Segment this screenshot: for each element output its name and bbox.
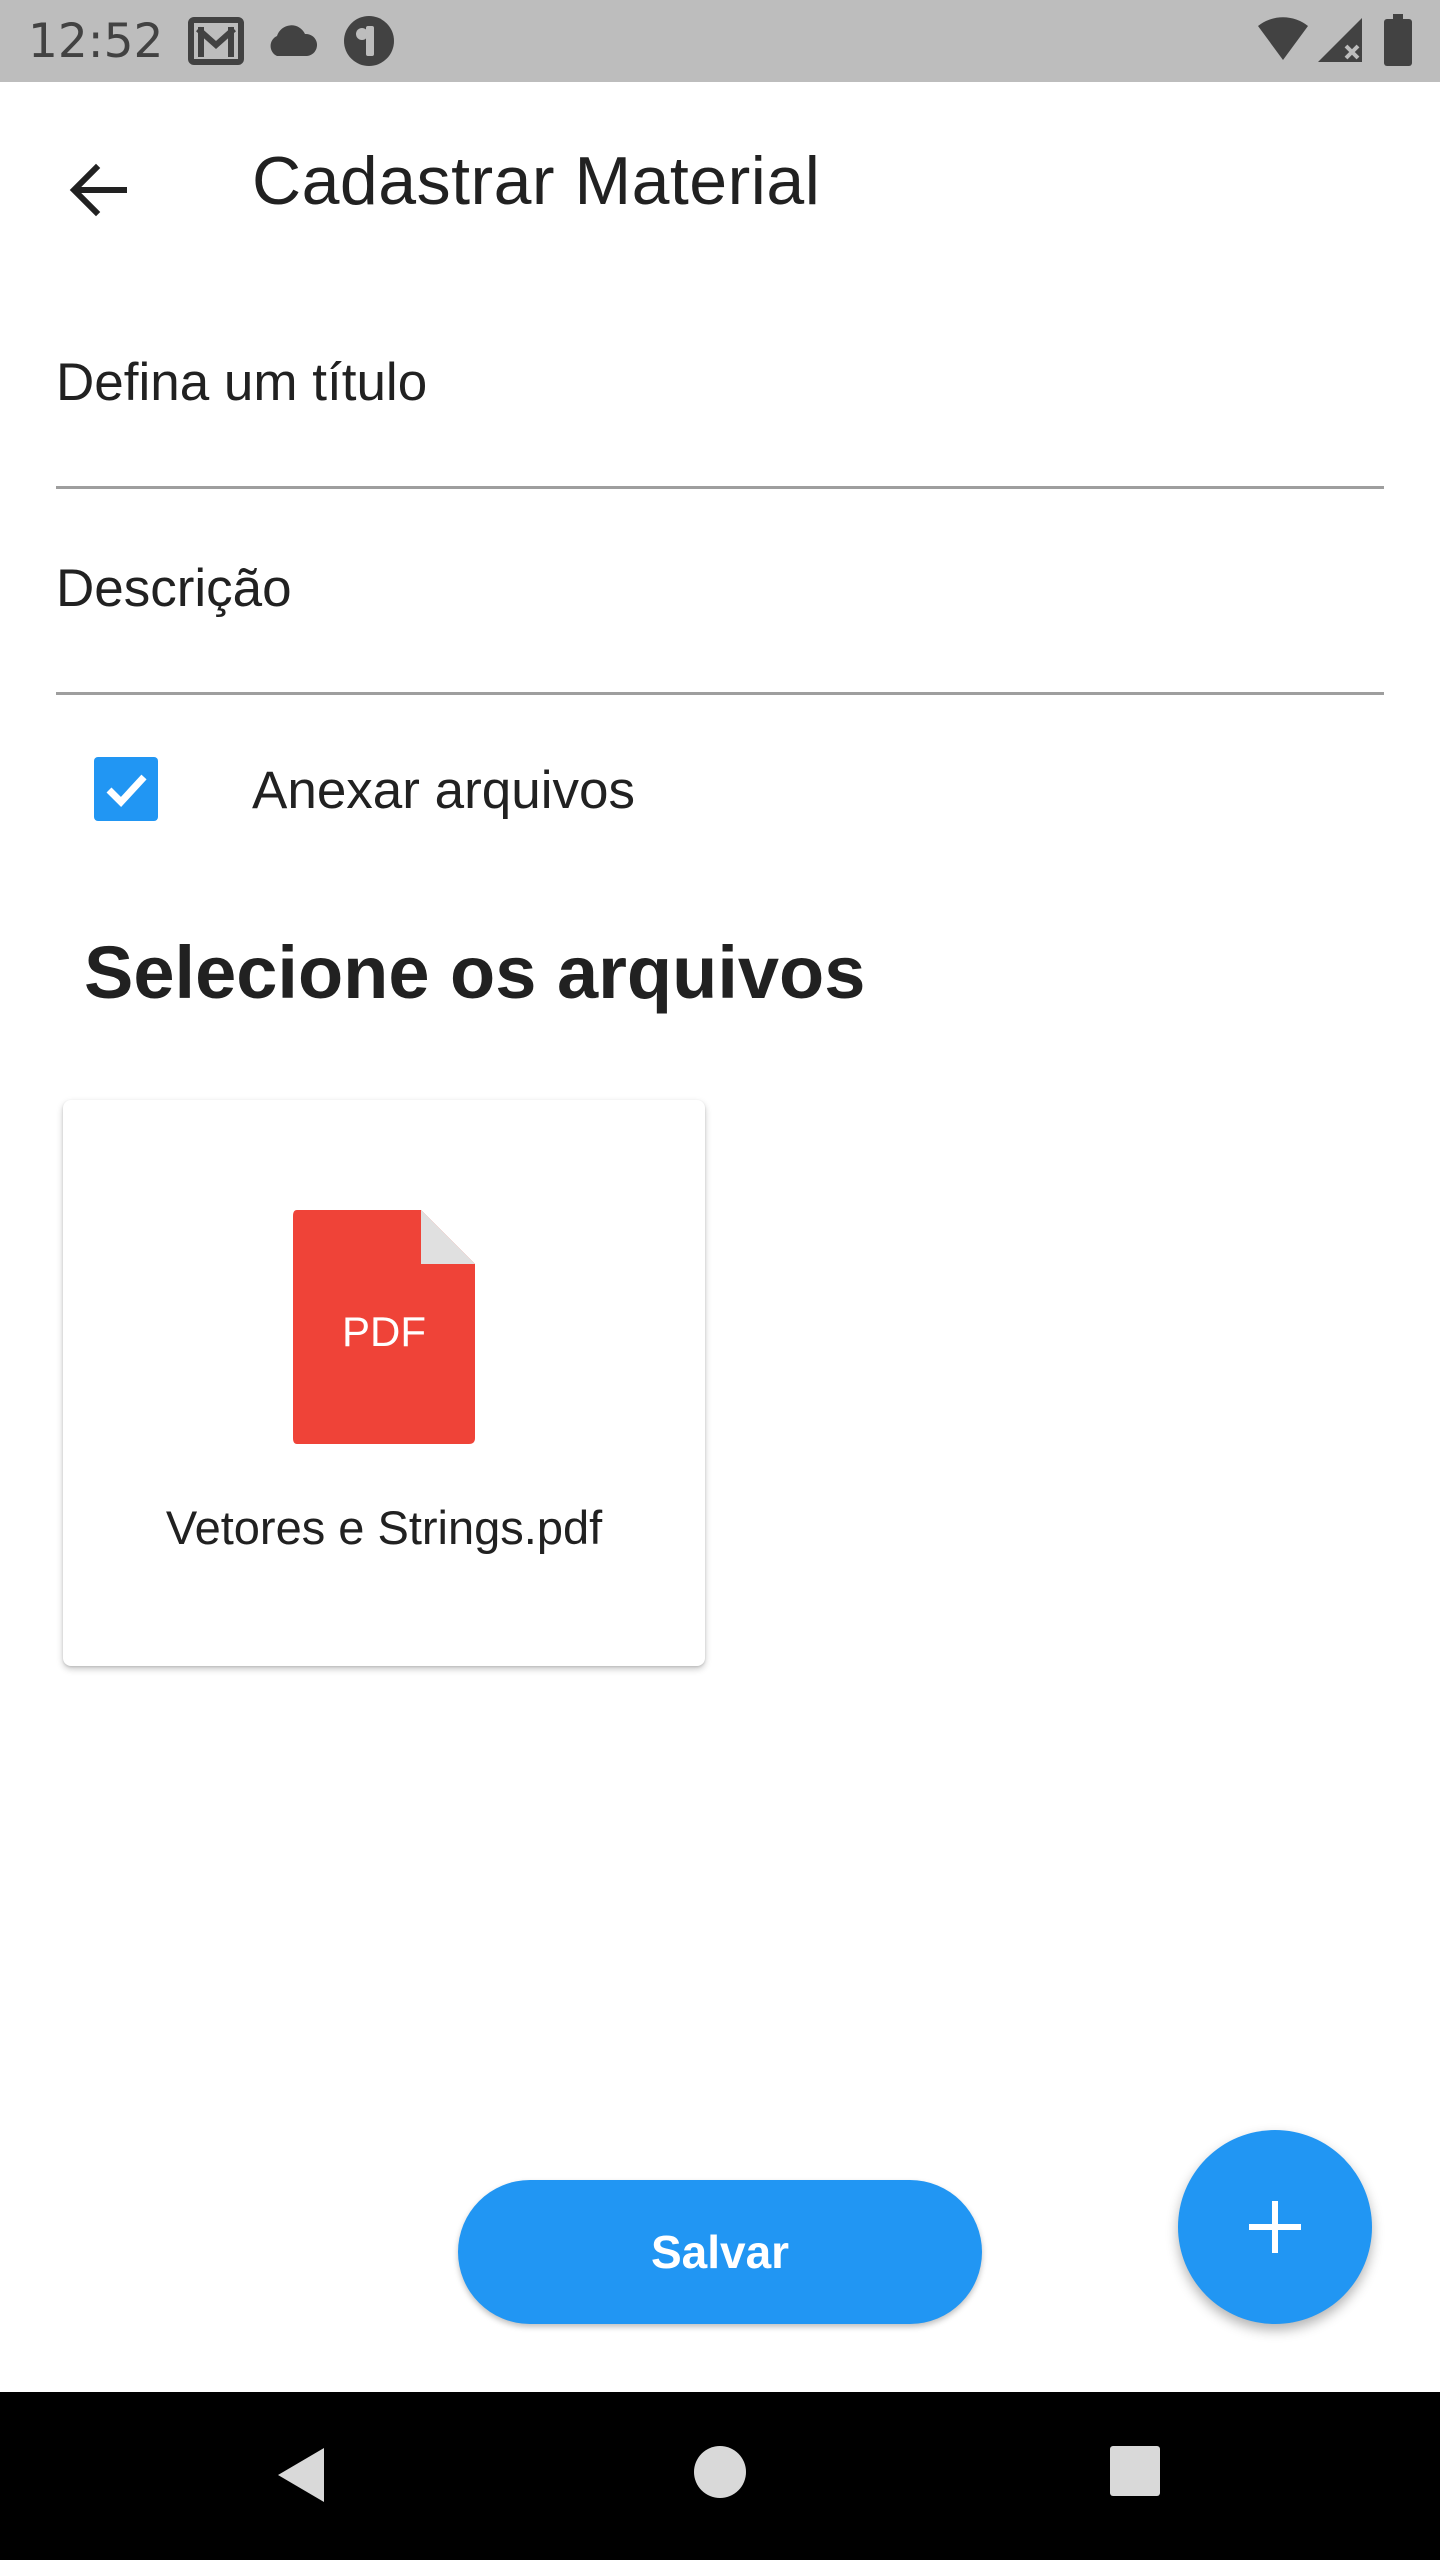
title-field[interactable]: Defina um título <box>56 330 1384 489</box>
gmail-icon <box>188 17 244 65</box>
recents-square-icon[interactable] <box>1108 2444 1162 2498</box>
attach-files-row[interactable]: Anexar arquivos <box>56 730 1056 850</box>
app-notification-icon <box>344 16 394 66</box>
pdf-label: PDF <box>342 1308 426 1355</box>
pdf-file-icon: PDF <box>293 1210 475 1444</box>
description-field[interactable]: Descrição <box>56 536 1384 695</box>
description-field-label: Descrição <box>56 559 292 618</box>
status-time: 12:52 <box>28 14 164 69</box>
battery-icon <box>1384 14 1412 66</box>
status-bar: 12:52 <box>0 0 1440 82</box>
cloud-icon <box>270 25 318 56</box>
wifi-icon <box>1258 17 1308 61</box>
file-card[interactable]: PDF Vetores e Strings.pdf <box>63 1100 705 1666</box>
check-icon <box>106 774 147 808</box>
select-files-heading: Selecione os arquivos <box>84 931 866 1014</box>
title-field-label: Defina um título <box>56 353 428 412</box>
home-circle-icon[interactable] <box>692 2444 748 2500</box>
attach-files-label: Anexar arquivos <box>252 761 635 820</box>
page-title: Cadastrar Material <box>252 143 821 219</box>
app-bar: Cadastrar Material <box>0 82 1440 282</box>
file-name: Vetores e Strings.pdf <box>165 1501 603 1554</box>
add-file-fab[interactable] <box>1178 2130 1372 2324</box>
cell-signal-icon <box>1318 18 1362 62</box>
back-button[interactable] <box>40 132 156 248</box>
system-nav-bar <box>0 2392 1440 2560</box>
save-button[interactable]: Salvar <box>458 2180 982 2324</box>
plus-icon <box>1249 2201 1301 2253</box>
arrow-back-icon <box>69 163 127 217</box>
attach-files-checkbox[interactable] <box>94 757 158 821</box>
back-triangle-icon[interactable] <box>272 2444 328 2506</box>
